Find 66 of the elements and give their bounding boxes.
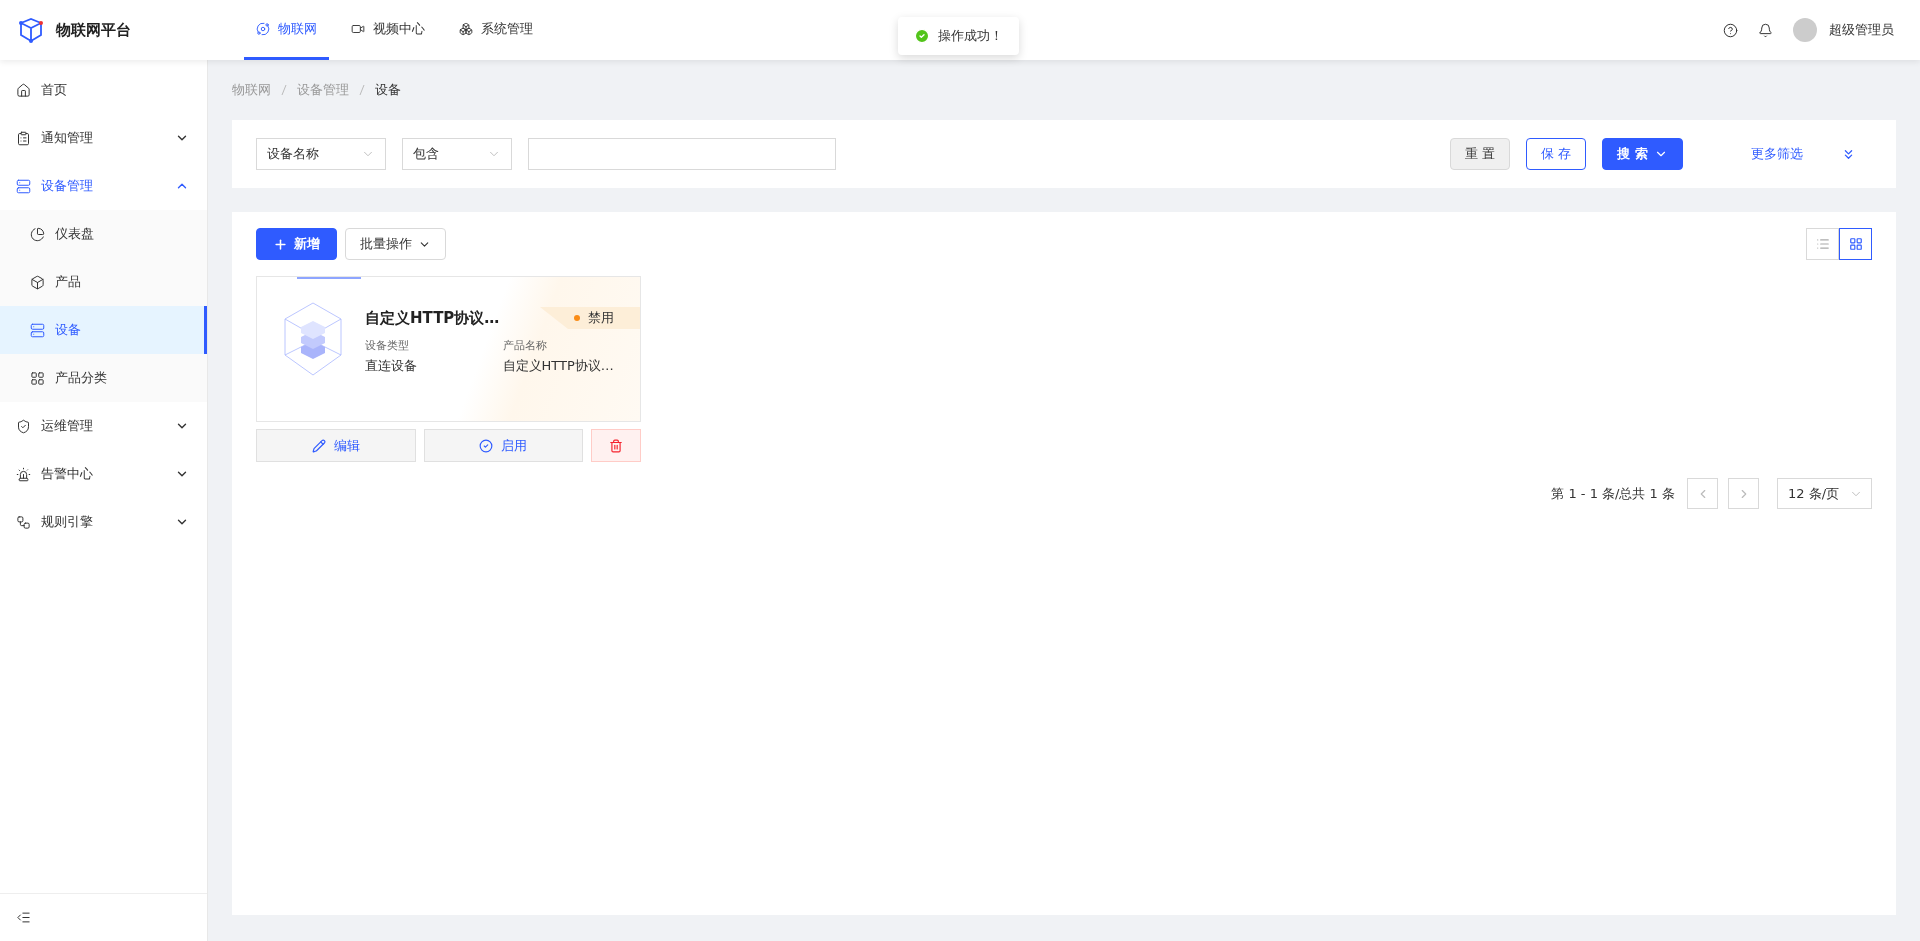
sidebar-item[interactable]: 设备管理 bbox=[0, 162, 207, 210]
menu-item-icon bbox=[30, 370, 45, 386]
nav-tab[interactable]: 系统管理 bbox=[447, 0, 545, 60]
field-select[interactable]: 设备名称 bbox=[256, 138, 386, 170]
enable-button[interactable]: 启用 bbox=[423, 429, 583, 462]
grid-view-button[interactable] bbox=[1839, 228, 1872, 260]
sidebar-item[interactable]: 产品 bbox=[0, 258, 207, 306]
field-value: 自定义HTTP协议… bbox=[502, 357, 615, 375]
sidebar-item[interactable]: 首页 bbox=[0, 66, 207, 114]
nav-tab-icon bbox=[256, 21, 270, 36]
sidebar-item[interactable]: 设备 bbox=[0, 306, 207, 354]
nav-tab[interactable]: 物联网 bbox=[244, 0, 329, 60]
trash-icon bbox=[609, 438, 623, 453]
status-badge: 禁用 bbox=[540, 307, 640, 329]
menu-item-icon bbox=[16, 82, 31, 98]
toast-message: 操作成功！ bbox=[938, 27, 1003, 45]
sidebar-item[interactable]: 产品分类 bbox=[0, 354, 207, 402]
filter-input[interactable] bbox=[528, 138, 836, 170]
filter-button[interactable]: 搜 索 bbox=[1602, 138, 1683, 170]
collapse-menu-icon bbox=[16, 910, 31, 925]
operator-select[interactable]: 包含 bbox=[402, 138, 512, 170]
check-circle-icon bbox=[479, 438, 494, 453]
help-icon bbox=[1723, 22, 1738, 38]
sidebar-item[interactable]: 仪表盘 bbox=[0, 210, 207, 258]
page-size-select[interactable]: 12 条/页 bbox=[1777, 478, 1872, 509]
cube-logo-icon bbox=[18, 17, 44, 43]
add-button[interactable]: 新增 bbox=[256, 228, 337, 260]
field-label: 设备类型 bbox=[365, 338, 410, 353]
breadcrumb-separator-icon bbox=[281, 84, 287, 96]
next-page-button[interactable] bbox=[1728, 478, 1759, 509]
sidebar-item[interactable]: 规则引擎 bbox=[0, 498, 207, 546]
more-filters-link[interactable]: 更多筛选 bbox=[1751, 145, 1803, 163]
edit-button[interactable]: 编辑 bbox=[256, 429, 416, 462]
breadcrumb-separator-icon bbox=[359, 84, 365, 96]
delete-button[interactable] bbox=[591, 429, 641, 462]
pencil-icon bbox=[311, 438, 326, 453]
menu-item-icon bbox=[16, 466, 31, 482]
success-check-icon bbox=[914, 28, 930, 44]
breadcrumb-item: 设备 bbox=[375, 81, 401, 99]
filter-button[interactable]: 重 置 bbox=[1450, 138, 1511, 170]
batch-actions-button[interactable]: 批量操作 bbox=[345, 228, 446, 260]
plus-icon bbox=[273, 236, 288, 252]
menu-item-icon bbox=[30, 322, 45, 338]
device-name: 自定义HTTP协议… bbox=[365, 309, 500, 328]
user-avatar[interactable] bbox=[1793, 18, 1817, 42]
bell-icon bbox=[1758, 22, 1773, 38]
menu-item-icon bbox=[16, 130, 31, 146]
menu-item-icon bbox=[16, 514, 31, 530]
sidebar-item[interactable]: 运维管理 bbox=[0, 402, 207, 450]
platform-title: 物联网平台 bbox=[56, 20, 131, 40]
grid-icon bbox=[1848, 237, 1863, 251]
field-value: 直连设备 bbox=[365, 357, 418, 375]
nav-tab[interactable]: 视频中心 bbox=[339, 0, 437, 60]
sidebar-item[interactable]: 告警中心 bbox=[0, 450, 207, 498]
field-label: 产品名称 bbox=[502, 338, 548, 353]
menu-item-icon bbox=[16, 178, 31, 194]
nav-tab-icon bbox=[459, 21, 473, 36]
user-name[interactable]: 超级管理员 bbox=[1829, 21, 1894, 39]
pagination-summary: 第 1 - 1 条/总共 1 条 bbox=[1551, 484, 1675, 503]
menu-item-icon bbox=[30, 226, 45, 242]
menu-item-icon bbox=[16, 418, 31, 434]
menu-item-icon bbox=[30, 274, 45, 290]
list-icon bbox=[1815, 237, 1830, 251]
previous-page-button[interactable] bbox=[1687, 478, 1718, 509]
filter-button[interactable]: 保 存 bbox=[1526, 138, 1587, 170]
sidebar-item[interactable]: 通知管理 bbox=[0, 114, 207, 162]
